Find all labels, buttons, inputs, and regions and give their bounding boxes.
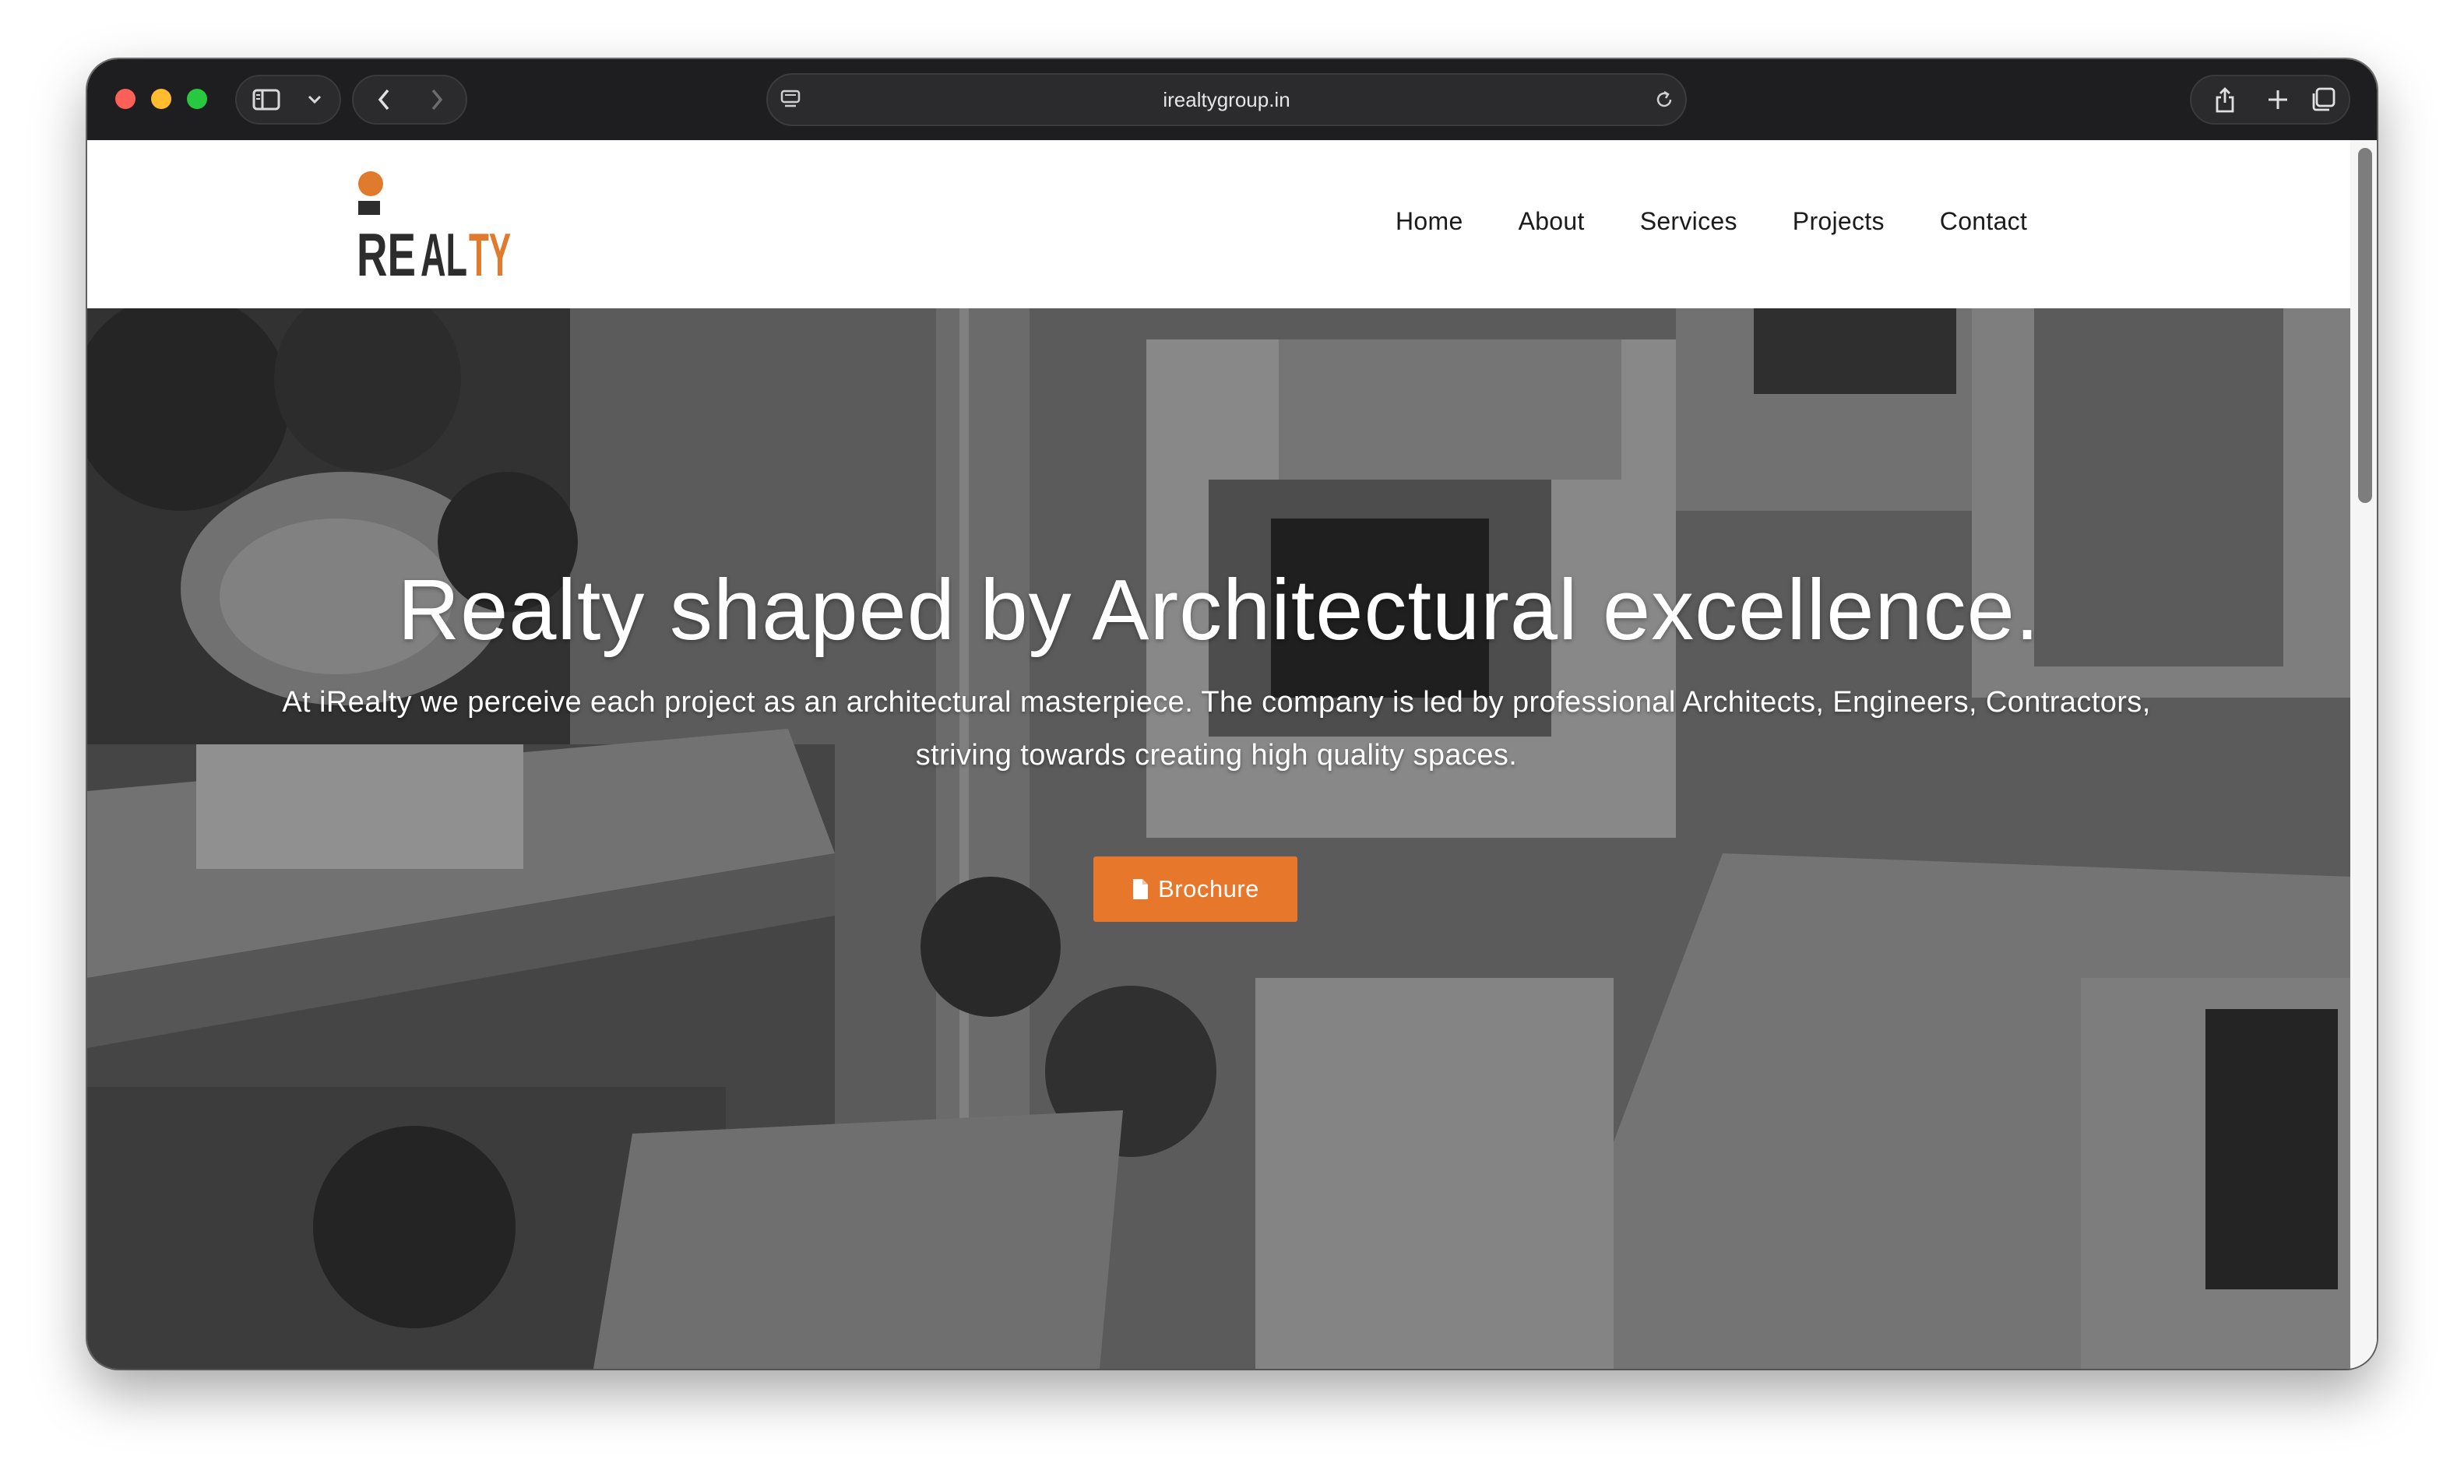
sidebar-icon[interactable]	[248, 76, 285, 123]
toolbar-actions-group	[2190, 75, 2350, 125]
hero-description: At iRealty we perceive each project as a…	[282, 686, 2151, 772]
browser-toolbar: irealtygroup.in	[87, 59, 2377, 142]
scrollbar-thumb[interactable]	[2358, 148, 2372, 503]
brochure-button-label: Brochure	[1158, 875, 1259, 902]
url-text: irealtygroup.in	[1163, 87, 1290, 111]
browser-window: irealtygroup.in RE AL TY Home About Serv…	[87, 59, 2377, 1369]
svg-text:RE: RE	[357, 220, 416, 282]
irealty-logo[interactable]: RE AL TY	[355, 170, 511, 289]
web-page: RE AL TY Home About Services Projects Co…	[87, 140, 2377, 1369]
svg-text:AL: AL	[421, 220, 467, 282]
plus-icon[interactable]	[2258, 76, 2297, 123]
tab-overview-icon[interactable]	[2304, 76, 2343, 123]
back-arrow-icon[interactable]	[364, 76, 403, 123]
hero-section: Realty shaped by Architectural excellenc…	[87, 308, 2350, 1369]
nav-services[interactable]: Services	[1640, 207, 1737, 236]
nav-about[interactable]: About	[1519, 207, 1585, 236]
site-header: RE AL TY Home About Services Projects Co…	[87, 140, 2377, 308]
nav-contact[interactable]: Contact	[1940, 207, 2027, 236]
brochure-button[interactable]: Brochure	[1093, 856, 1297, 922]
minimize-window-button[interactable]	[151, 89, 171, 109]
sidebar-toggle-group	[235, 75, 341, 125]
zoom-window-button[interactable]	[187, 89, 207, 109]
chevron-down-icon[interactable]	[299, 76, 330, 123]
close-window-button[interactable]	[115, 89, 136, 109]
nav-projects[interactable]: Projects	[1793, 207, 1885, 236]
share-icon[interactable]	[2205, 76, 2244, 123]
address-bar[interactable]: irealtygroup.in	[766, 73, 1687, 126]
file-icon	[1133, 879, 1149, 899]
history-nav-group	[352, 75, 467, 125]
irealty-logo-mark: RE AL TY	[357, 171, 511, 289]
page-scrollbar[interactable]	[2350, 140, 2377, 1369]
reload-icon[interactable]	[1653, 88, 1676, 115]
forward-arrow-icon[interactable]	[417, 76, 456, 123]
svg-text:TY: TY	[469, 220, 511, 282]
main-nav: Home About Services Projects Contact	[1396, 207, 2027, 236]
hero-title: Realty shaped by Architectural excellenc…	[397, 562, 2040, 658]
nav-home[interactable]: Home	[1396, 207, 1463, 236]
hero-background-image	[87, 308, 2350, 1369]
